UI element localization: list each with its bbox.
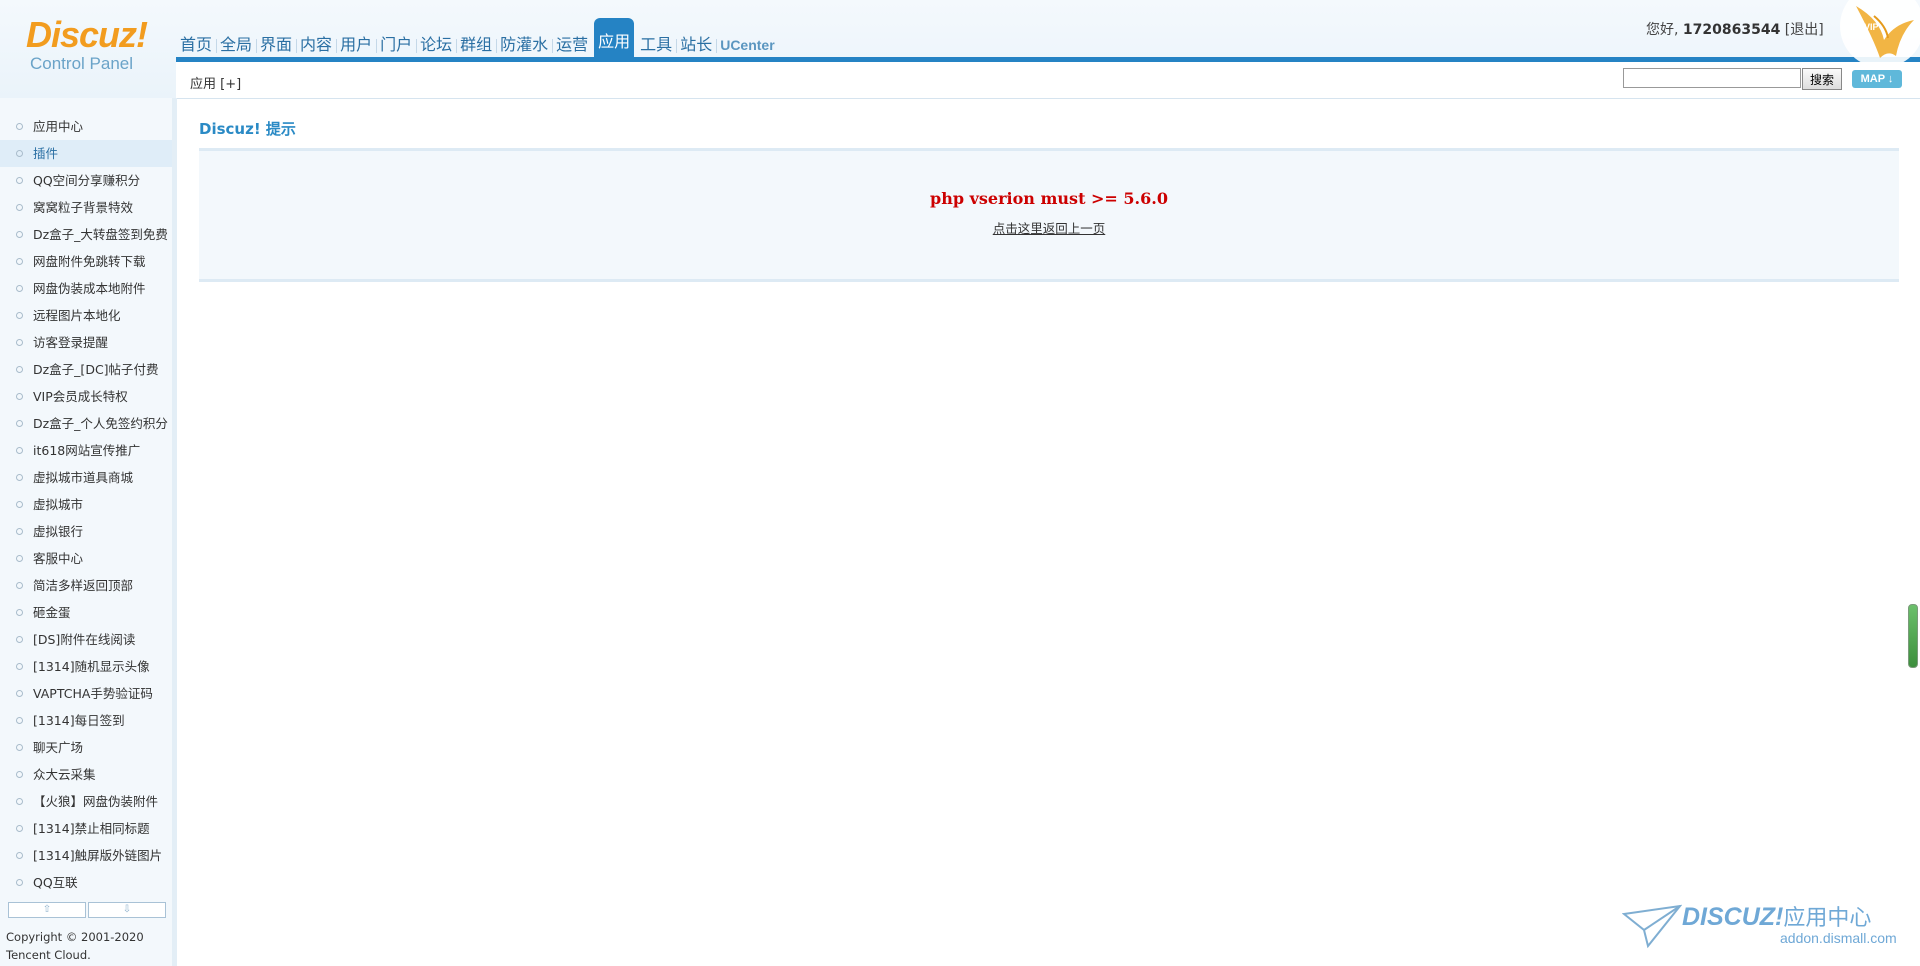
sidebar-item[interactable]: 远程图片本地化 <box>0 302 172 329</box>
notice-box: php vserion must >= 5.6.0 点击这里返回上一页 <box>199 148 1899 282</box>
back-link[interactable]: 点击这里返回上一页 <box>199 218 1899 237</box>
sidebar-item[interactable]: it618网站宣传推广 <box>0 437 172 464</box>
sidebar-scroll-controls: ⇧ ⇩ <box>8 902 166 918</box>
top-nav: 首页 全局 界面 内容 用户 门户 论坛 群组 防灌水 运营 应用 工具 站长 UCenter <box>176 14 779 60</box>
page-title: Discuz! 提示 <box>199 120 296 138</box>
sidebar: 应用中心 插件 QQ空间分享赚积分 窝窝粒子背景特效 Dz盒子_大转盘签到免费 网盘附件免… <box>0 98 177 966</box>
nav-item[interactable]: 论坛 <box>416 30 456 60</box>
logout-link[interactable]: [退出] <box>1785 22 1824 38</box>
nav-item[interactable]: UCenter <box>716 30 778 60</box>
map-button[interactable]: MAP ↓ <box>1852 70 1902 88</box>
addon-brand[interactable]: DISCUZ!应用中心 addon.dismall.com <box>1622 900 1912 950</box>
greeting: 您好, <box>1646 22 1683 38</box>
nav-item[interactable]: 应用 <box>594 18 635 60</box>
arrow-up-icon: ⇧ <box>42 904 52 915</box>
nav-item[interactable]: 内容 <box>296 30 336 60</box>
sidebar-item[interactable]: QQ互联 <box>0 869 172 896</box>
vip-text: VIP <box>1864 22 1879 32</box>
sidebar-item[interactable]: Dz盒子_[DC]帖子付费 <box>0 356 172 383</box>
sidebar-item[interactable]: Dz盒子_大转盘签到免费 <box>0 221 172 248</box>
username: 1720863544 <box>1682 22 1781 38</box>
user-info: 您好, 1720863544 [退出] <box>1646 19 1824 39</box>
sidebar-item[interactable]: VAPTCHA手势验证码 <box>0 680 172 707</box>
arrow-down-icon: ↓ <box>1887 73 1894 85</box>
sidebar-item[interactable]: 众大云采集 <box>0 761 172 788</box>
scroll-indicator[interactable] <box>1908 604 1918 668</box>
scroll-up-button[interactable]: ⇧ <box>8 902 86 918</box>
paper-plane-icon <box>1622 904 1682 949</box>
discuz-logo[interactable]: Discuz! Control Panel <box>26 16 166 80</box>
sub-toolbar: 应用 [+] 搜索 MAP ↓ <box>176 62 1920 99</box>
logo-word: Discuz! <box>26 14 148 55</box>
sidebar-item[interactable]: [1314]每日签到 <box>0 707 172 734</box>
nav-item[interactable]: 站长 <box>676 30 716 60</box>
sidebar-item[interactable]: 客服中心 <box>0 545 172 572</box>
sidebar-item[interactable]: 砸金蛋 <box>0 599 172 626</box>
sidebar-item[interactable]: 访客登录提醒 <box>0 329 172 356</box>
sidebar-item[interactable]: 网盘附件免跳转下载 <box>0 248 172 275</box>
nav-item[interactable]: 门户 <box>376 30 416 60</box>
sidebar-item[interactable]: 插件 <box>0 140 172 167</box>
sidebar-item[interactable]: 聊天广场 <box>0 734 172 761</box>
nav-item[interactable]: 工具 <box>636 30 676 60</box>
header: Discuz! Control Panel 首页 全局 界面 内容 用户 门户 论坛 群组 防灌… <box>0 0 1920 99</box>
nav-item[interactable]: 首页 <box>176 30 216 60</box>
nav-item[interactable]: 界面 <box>256 30 296 60</box>
logo-subtitle: Control Panel <box>30 54 134 73</box>
arrow-down-icon: ⇩ <box>122 904 132 915</box>
brand-word: DISCUZ! <box>1682 903 1784 931</box>
scroll-down-button[interactable]: ⇩ <box>88 902 166 918</box>
sidebar-item[interactable]: 虚拟城市道具商城 <box>0 464 172 491</box>
sidebar-item[interactable]: 应用中心 <box>0 113 172 140</box>
sidebar-item[interactable]: 网盘伪装成本地附件 <box>0 275 172 302</box>
sidebar-item[interactable]: 简洁多样返回顶部 <box>0 572 172 599</box>
sidebar-item[interactable]: Dz盒子_个人免签约积分 <box>0 410 172 437</box>
error-message: php vserion must >= 5.6.0 <box>930 189 1168 208</box>
search-button[interactable]: 搜索 <box>1802 68 1842 90</box>
sidebar-item[interactable]: 虚拟城市 <box>0 491 172 518</box>
nav-item[interactable]: 全局 <box>216 30 256 60</box>
sidebar-item[interactable]: VIP会员成长特权 <box>0 383 172 410</box>
nav-item[interactable]: 用户 <box>336 30 376 60</box>
nav-item[interactable]: 防灌水 <box>496 30 552 60</box>
nav-item[interactable]: 群组 <box>456 30 496 60</box>
breadcrumb[interactable]: 应用 [+] <box>190 73 241 92</box>
brand-name: DISCUZ!应用中心 <box>1682 900 1871 932</box>
sidebar-item[interactable]: [1314]随机显示头像 <box>0 653 172 680</box>
sidebar-item[interactable]: [DS]附件在线阅读 <box>0 626 172 653</box>
brand-cn: 应用中心 <box>1783 905 1872 930</box>
sidebar-item[interactable]: [1314]触屏版外链图片 <box>0 842 172 869</box>
sidebar-item[interactable]: 【火狼】网盘伪装附件 <box>0 788 172 815</box>
sidebar-menu: 应用中心 插件 QQ空间分享赚积分 窝窝粒子背景特效 Dz盒子_大转盘签到免费 网盘附件免… <box>0 113 172 896</box>
sidebar-item[interactable]: 窝窝粒子背景特效 <box>0 194 172 221</box>
copyright-line: Tencent Cloud. <box>6 948 91 962</box>
sidebar-item[interactable]: 虚拟银行 <box>0 518 172 545</box>
nav-item[interactable]: 运营 <box>552 30 592 60</box>
copyright-line: Copyright © 2001-2020 <box>6 930 144 944</box>
search-input[interactable] <box>1623 68 1801 88</box>
brand-url: addon.dismall.com <box>1780 930 1897 946</box>
sidebar-item[interactable]: QQ空间分享赚积分 <box>0 167 172 194</box>
copyright: Copyright © 2001-2020 Tencent Cloud. <box>6 928 144 964</box>
sidebar-item[interactable]: [1314]禁止相同标题 <box>0 815 172 842</box>
map-label: MAP <box>1860 73 1885 85</box>
